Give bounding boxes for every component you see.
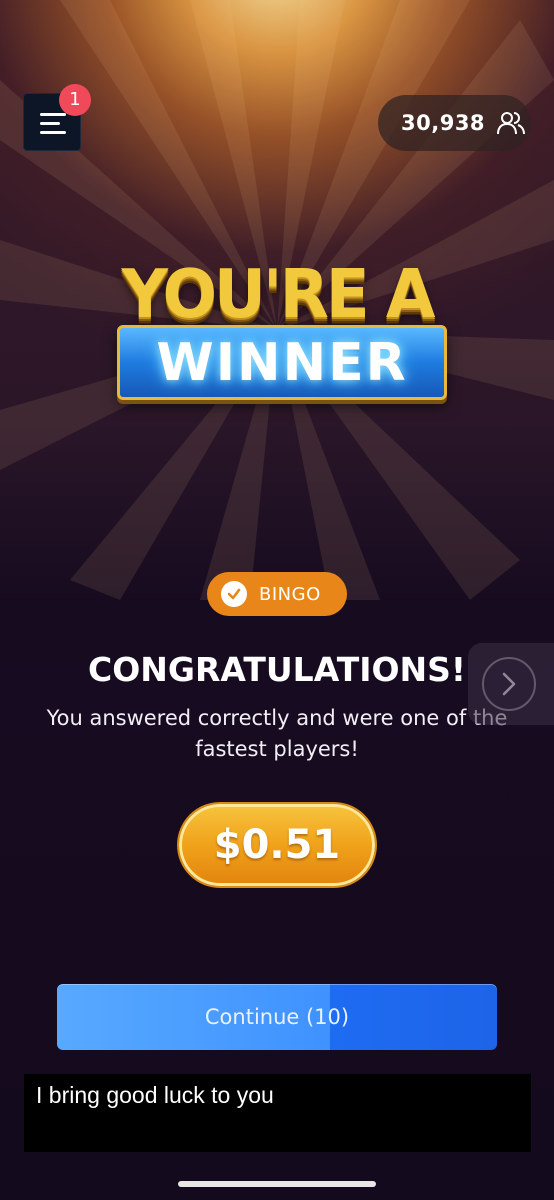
next-button[interactable] (468, 643, 554, 725)
users-icon (497, 112, 526, 135)
check-icon (221, 581, 247, 607)
notification-badge: 1 (59, 84, 91, 116)
banner-title-winner: WINNER (156, 332, 408, 393)
banner-title-top: YOU'RE A (121, 256, 436, 334)
continue-button[interactable]: Continue (10) (57, 984, 497, 1050)
caption-text: I bring good luck to you (24, 1074, 531, 1152)
player-count: 30,938 (401, 111, 486, 135)
bingo-label: BINGO (259, 583, 321, 605)
result-message: You answered correctly and were one of t… (46, 706, 508, 761)
prize-amount: $0.51 (213, 822, 341, 868)
player-count-pill: 30,938 (378, 95, 531, 151)
continue-label: Continue (10) (204, 1005, 350, 1029)
prize-amount-pill: $0.51 (179, 804, 375, 886)
bingo-badge: BINGO (207, 572, 347, 616)
home-indicator (178, 1181, 376, 1187)
winner-banner: WINNER (117, 325, 447, 400)
chevron-right-icon (482, 657, 536, 711)
